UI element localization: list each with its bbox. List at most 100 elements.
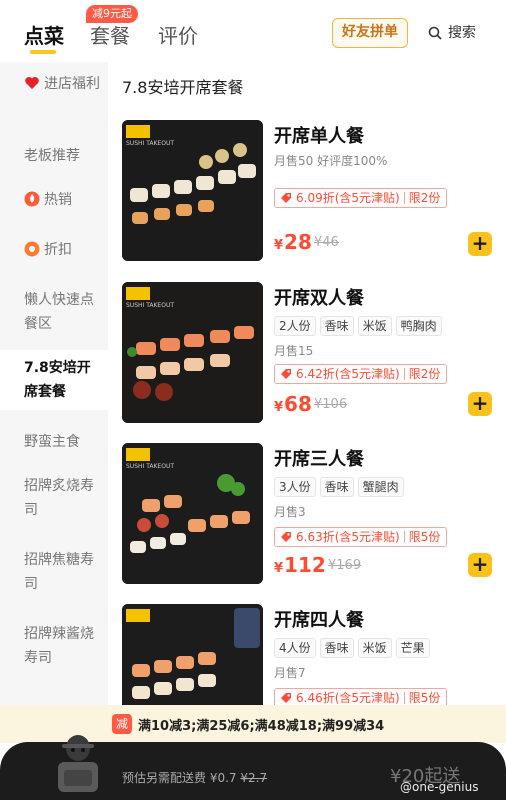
tag-icon: [281, 693, 291, 703]
sidebar-item-spicy-sushi[interactable]: 招牌辣酱烧寿司: [0, 622, 108, 670]
brand-logo: [126, 448, 150, 461]
sidebar-item-staple[interactable]: 野蛮主食: [0, 430, 108, 454]
group-order-button[interactable]: 好友拼单: [332, 18, 408, 48]
limit-text: 限2份: [408, 367, 441, 381]
add-to-cart-button[interactable]: +: [468, 232, 492, 256]
item-tag: 香味: [319, 316, 354, 336]
active-tab-indicator: [30, 50, 56, 54]
discount-text: 6.46折(含5元津贴): [296, 691, 400, 705]
fire-icon: [24, 191, 40, 207]
divider: [403, 531, 405, 543]
item-tag: 香味: [319, 638, 354, 658]
item-photo: SUSHI TAKEOUT: [122, 282, 263, 423]
sidebar-item-combo-78[interactable]: 7.8安培开席套餐: [0, 350, 108, 410]
item-tag: 2人份: [274, 316, 316, 336]
item-tag: 4人份: [274, 638, 316, 658]
discount-badge: 减: [112, 714, 132, 734]
limit-text: 限5份: [408, 530, 441, 544]
currency-symbol: ¥: [274, 400, 284, 415]
delivery-fee-value: ¥0.7: [209, 771, 237, 785]
divider: [403, 368, 405, 380]
search-icon: [428, 26, 442, 40]
item-tag: 鸭胸肉: [395, 316, 442, 336]
discount-tag: 6.63折(含5元津贴) 限5份: [274, 527, 448, 547]
tag-icon: [281, 369, 291, 379]
add-to-cart-button[interactable]: +: [468, 553, 492, 577]
cart-icon[interactable]: [52, 732, 104, 796]
sidebar-item-quick-order[interactable]: 懒人快速点餐区: [0, 288, 108, 336]
item-price: ¥68: [274, 392, 312, 416]
sidebar-item-label: 招牌辣酱烧寿司: [24, 626, 94, 666]
item-sales: 月售3: [274, 505, 306, 519]
menu-item[interactable]: SUSHI TAKEOUT 开席单人餐 月售50 好评度100% 6.09折(含…: [122, 120, 498, 270]
limit-text: 限2份: [408, 191, 441, 205]
item-price: ¥28: [274, 230, 312, 254]
item-tag: 香味: [319, 477, 354, 497]
item-sales: 月售15: [274, 344, 314, 358]
item-name: 开席三人餐: [274, 449, 364, 470]
brand-caption: SUSHI TAKEOUT: [126, 140, 175, 147]
sidebar-item-label: 进店福利: [44, 76, 100, 92]
tag-icon: [281, 193, 291, 203]
brand-logo: [126, 609, 150, 622]
price-value: 68: [284, 392, 312, 416]
section-title: 7.8安培开席套餐: [122, 78, 244, 97]
sidebar-item-label: 招牌焦糖寿司: [24, 552, 94, 592]
divider: [403, 692, 405, 704]
sidebar-item-hot[interactable]: 热销: [0, 188, 108, 212]
price-value: 28: [284, 230, 312, 254]
original-price: ¥46: [314, 235, 339, 250]
brand-caption: SUSHI TAKEOUT: [126, 463, 175, 470]
item-name: 开席双人餐: [274, 288, 364, 309]
price-value: 112: [284, 553, 326, 577]
search-label: 搜索: [448, 25, 476, 41]
discount-text: 6.63折(含5元津贴): [296, 530, 400, 544]
limit-text: 限5份: [408, 691, 441, 705]
item-tag: 蟹腿肉: [357, 477, 404, 497]
sidebar-item-label: 热销: [44, 192, 72, 208]
menu-item[interactable]: SUSHI TAKEOUT 开席双人餐 2人份 香味 米饭 鸭胸肉 月售15 6.42…: [122, 282, 498, 432]
currency-symbol: ¥: [274, 238, 284, 253]
sidebar-item-welfare[interactable]: 进店福利: [0, 72, 108, 96]
divider: [403, 192, 405, 204]
menu-item[interactable]: SUSHI TAKEOUT 开席三人餐 3人份 香味 蟹腿肉 月售3 6.63折(含…: [122, 443, 498, 593]
search-button[interactable]: 搜索: [420, 18, 494, 48]
item-tag: 米饭: [357, 638, 392, 658]
item-tag: 3人份: [274, 477, 316, 497]
sidebar-item-label: 7.8安培开席套餐: [24, 360, 91, 400]
discount-text: 6.42折(含5元津贴): [296, 367, 400, 381]
item-tag: 米饭: [357, 316, 392, 336]
brand-caption: SUSHI TAKEOUT: [126, 302, 175, 309]
original-price: ¥169: [328, 558, 362, 573]
watermark: @one-genius: [400, 780, 479, 794]
sidebar-item-label: 老板推荐: [24, 148, 80, 164]
item-sales: 月售7: [274, 666, 306, 680]
item-photo: SUSHI TAKEOUT: [122, 443, 263, 584]
tag-icon: [281, 532, 291, 542]
delivery-fee: 预估另需配送费 ¥0.7 ¥2.7: [122, 769, 267, 786]
brand-logo: [126, 125, 150, 138]
sidebar-item-label: 野蛮主食: [24, 434, 80, 450]
delivery-fee-label: 预估另需配送费: [122, 771, 207, 785]
tab-reviews[interactable]: 评价: [158, 20, 198, 49]
item-photo: SUSHI TAKEOUT: [122, 120, 263, 261]
original-price: ¥106: [314, 397, 348, 412]
sidebar-item-label: 懒人快速点餐区: [24, 292, 94, 332]
item-sales: 月售50 好评度100%: [274, 154, 388, 168]
tab-combo[interactable]: 套餐: [90, 20, 130, 49]
add-to-cart-button[interactable]: +: [468, 392, 492, 416]
sidebar-item-caramel-sushi[interactable]: 招牌焦糖寿司: [0, 548, 108, 596]
sidebar-item-discount[interactable]: 折扣: [0, 238, 108, 262]
sidebar-item-seared-sushi[interactable]: 招牌炙烧寿司: [0, 474, 108, 522]
discount-tag: 6.09折(含5元津贴) 限2份: [274, 188, 448, 208]
delivery-fee-original: ¥2.7: [240, 771, 268, 785]
item-name: 开席单人餐: [274, 126, 364, 147]
item-name: 开席四人餐: [274, 610, 364, 631]
discount-text: 6.09折(含5元津贴): [296, 191, 400, 205]
brand-logo: [126, 287, 150, 300]
item-tags: 4人份 香味 米饭 芒果: [274, 638, 434, 658]
sidebar-item-boss-recommend[interactable]: 老板推荐: [0, 144, 108, 168]
category-sidebar: 进店福利 老板推荐 热销 折扣 懒人快速点餐区 7.8安培开席套餐 野蛮主食 招…: [0, 62, 108, 742]
tab-order[interactable]: 点菜: [24, 20, 64, 49]
item-tag: 芒果: [395, 638, 430, 658]
